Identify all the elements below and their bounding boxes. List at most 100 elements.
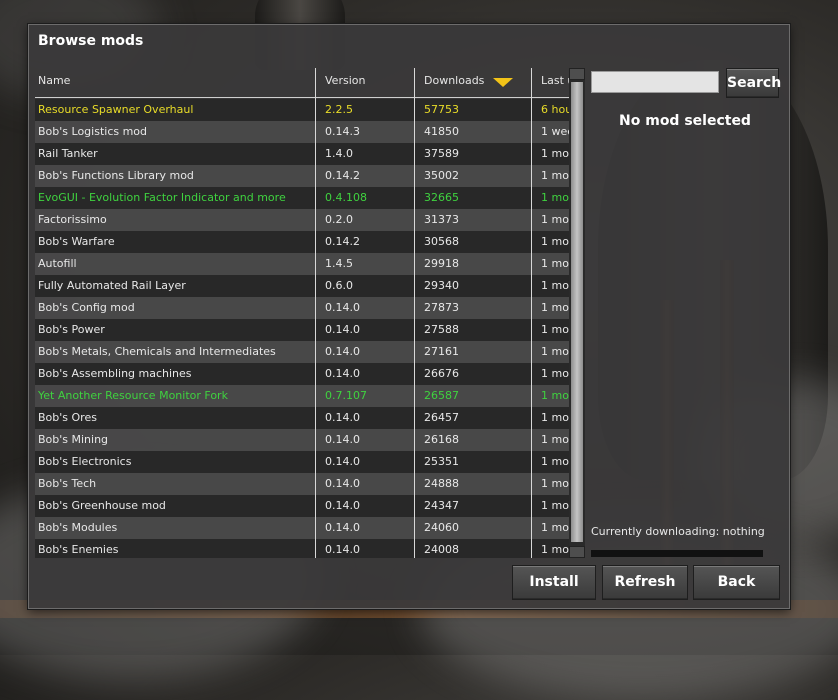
mod-version-cell: 0.4.108 [325, 191, 367, 204]
table-row[interactable]: Bob's Config mod 0.14.0 27873 1 mor [35, 297, 569, 319]
mod-last-updated-cell: 1 mor [541, 499, 569, 512]
mod-name-cell: Bob's Enemies [38, 543, 119, 556]
mod-name-cell: Bob's Warfare [38, 235, 115, 248]
mod-downloads-cell: 24060 [424, 521, 459, 534]
mod-downloads-cell: 27588 [424, 323, 459, 336]
mod-last-updated-cell: 1 mor [541, 191, 569, 204]
mod-version-cell: 0.14.0 [325, 433, 360, 446]
mod-downloads-cell: 30568 [424, 235, 459, 248]
table-row[interactable]: Bob's Ores 0.14.0 26457 1 mor [35, 407, 569, 429]
mod-last-updated-cell: 1 mor [541, 389, 569, 402]
mod-downloads-cell: 26457 [424, 411, 459, 424]
table-row[interactable]: Fully Automated Rail Layer 0.6.0 29340 1 mo… [35, 275, 569, 297]
mod-name-cell: Fully Automated Rail Layer [38, 279, 186, 292]
mod-downloads-cell: 57753 [424, 103, 459, 116]
mod-last-updated-cell: 1 mor [541, 345, 569, 358]
mod-last-updated-cell: 1 mor [541, 543, 569, 556]
table-row[interactable]: Bob's Assembling machines 0.14.0 26676 1 mo… [35, 363, 569, 385]
mod-downloads-cell: 24008 [424, 543, 459, 556]
mod-name-cell: Bob's Metals, Chemicals and Intermediate… [38, 345, 276, 358]
mod-name-cell: Bob's Electronics [38, 455, 132, 468]
scroll-down-button[interactable] [569, 546, 585, 558]
mod-downloads-cell: 32665 [424, 191, 459, 204]
mod-last-updated-cell: 1 mor [541, 455, 569, 468]
mod-downloads-cell: 27161 [424, 345, 459, 358]
table-body: Resource Spawner Overhaul 2.2.5 57753 6 hou… [35, 99, 569, 558]
window-title: Browse mods [38, 33, 144, 49]
column-header-downloads[interactable]: Downloads [424, 74, 484, 87]
install-button[interactable]: Install [512, 565, 596, 600]
mod-version-cell: 0.14.2 [325, 169, 360, 182]
refresh-button[interactable]: Refresh [602, 565, 688, 600]
table-row[interactable]: Factorissimo 0.2.0 31373 1 mor [35, 209, 569, 231]
mod-last-updated-cell: 1 mor [541, 235, 569, 248]
mod-downloads-cell: 29340 [424, 279, 459, 292]
mod-version-cell: 0.14.0 [325, 543, 360, 556]
mod-name-cell: Autofill [38, 257, 77, 270]
mod-last-updated-cell: 1 mor [541, 257, 569, 270]
mod-version-cell: 0.14.0 [325, 499, 360, 512]
table-header: Name Version Downloads Last u [35, 68, 569, 98]
mod-name-cell: Bob's Tech [38, 477, 97, 490]
table-row[interactable]: Bob's Power 0.14.0 27588 1 mor [35, 319, 569, 341]
column-header-last-updated[interactable]: Last u [541, 74, 569, 87]
sort-descending-icon[interactable] [493, 78, 513, 87]
table-row[interactable]: Rail Tanker 1.4.0 37589 1 mor [35, 143, 569, 165]
column-header-version[interactable]: Version [325, 74, 365, 87]
mod-name-cell: Yet Another Resource Monitor Fork [38, 389, 228, 402]
search-input[interactable] [591, 71, 719, 93]
mod-version-cell: 0.7.107 [325, 389, 367, 402]
mod-downloads-cell: 37589 [424, 147, 459, 160]
mod-downloads-cell: 27873 [424, 301, 459, 314]
mod-downloads-cell: 29918 [424, 257, 459, 270]
mod-last-updated-cell: 1 mor [541, 367, 569, 380]
scrollbar-thumb[interactable] [571, 82, 583, 542]
mod-name-cell: Rail Tanker [38, 147, 98, 160]
browse-mods-window: Browse mods Name Version Downloads Last … [28, 24, 790, 609]
table-row[interactable]: Bob's Metals, Chemicals and Intermediate… [35, 341, 569, 363]
table-scrollbar[interactable] [569, 68, 585, 558]
mod-last-updated-cell: 1 mor [541, 477, 569, 490]
mod-name-cell: Bob's Power [38, 323, 105, 336]
mod-version-cell: 0.14.0 [325, 521, 360, 534]
search-button[interactable]: Search [726, 68, 781, 98]
table-row[interactable]: Bob's Modules 0.14.0 24060 1 mor [35, 517, 569, 539]
column-header-name[interactable]: Name [38, 74, 70, 87]
column-divider [315, 68, 316, 558]
mod-downloads-cell: 26587 [424, 389, 459, 402]
table-row[interactable]: Bob's Mining 0.14.0 26168 1 mor [35, 429, 569, 451]
table-row[interactable]: Bob's Logistics mod 0.14.3 41850 1 wee [35, 121, 569, 143]
scroll-up-button[interactable] [569, 68, 585, 80]
table-row[interactable]: Bob's Greenhouse mod 0.14.0 24347 1 mor [35, 495, 569, 517]
table-row[interactable]: EvoGUI - Evolution Factor Indicator and … [35, 187, 569, 209]
table-row[interactable]: Resource Spawner Overhaul 2.2.5 57753 6 hou [35, 99, 569, 121]
mod-version-cell: 2.2.5 [325, 103, 353, 116]
mod-version-cell: 0.14.0 [325, 411, 360, 424]
mod-downloads-cell: 35002 [424, 169, 459, 182]
table-row[interactable]: Yet Another Resource Monitor Fork 0.7.107… [35, 385, 569, 407]
mod-name-cell: Bob's Ores [38, 411, 97, 424]
mod-version-cell: 0.14.0 [325, 323, 360, 336]
mod-name-cell: Bob's Modules [38, 521, 118, 534]
mod-name-cell: Bob's Functions Library mod [38, 169, 194, 182]
column-divider [531, 68, 532, 558]
mod-last-updated-cell: 1 wee [541, 125, 569, 138]
mod-downloads-cell: 24347 [424, 499, 459, 512]
mod-last-updated-cell: 1 mor [541, 411, 569, 424]
mod-last-updated-cell: 1 mor [541, 147, 569, 160]
table-row[interactable]: Bob's Electronics 0.14.0 25351 1 mor [35, 451, 569, 473]
mod-name-cell: Bob's Logistics mod [38, 125, 148, 138]
table-row[interactable]: Autofill 1.4.5 29918 1 mor [35, 253, 569, 275]
mod-name-cell: Bob's Mining [38, 433, 109, 446]
mod-last-updated-cell: 1 mor [541, 323, 569, 336]
table-row[interactable]: Bob's Enemies 0.14.0 24008 1 mor [35, 539, 569, 558]
mod-version-cell: 0.14.2 [325, 235, 360, 248]
mod-version-cell: 0.14.0 [325, 455, 360, 468]
mod-version-cell: 0.14.0 [325, 345, 360, 358]
mod-last-updated-cell: 1 mor [541, 169, 569, 182]
table-row[interactable]: Bob's Warfare 0.14.2 30568 1 mor [35, 231, 569, 253]
table-row[interactable]: Bob's Tech 0.14.0 24888 1 mor [35, 473, 569, 495]
back-button[interactable]: Back [693, 565, 780, 600]
table-row[interactable]: Bob's Functions Library mod 0.14.2 35002 1 … [35, 165, 569, 187]
mod-last-updated-cell: 1 mor [541, 433, 569, 446]
